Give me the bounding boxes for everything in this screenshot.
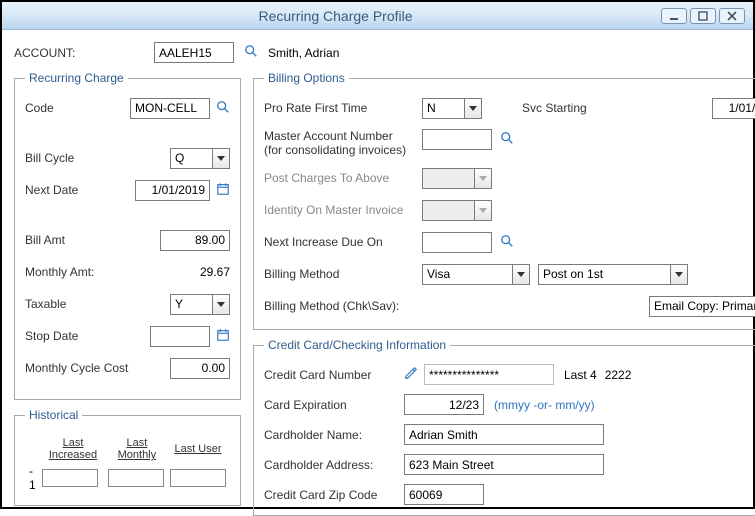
chevron-down-icon [670, 265, 687, 284]
bill-cycle-select[interactable]: Q [170, 148, 230, 169]
billing-method-chksav-label: Billing Method (Chk\Sav): [264, 299, 422, 313]
master-account-label: Master Account Number (for consolidating… [264, 129, 422, 157]
billing-method-label: Billing Method [264, 267, 422, 281]
cc-addr-label: Cardholder Address: [264, 458, 404, 472]
historical-col1: Last Increased [42, 437, 104, 461]
monthly-amt-value: 29.67 [160, 265, 230, 279]
cc-zip-input[interactable] [404, 484, 484, 505]
title-bar: Recurring Charge Profile [2, 2, 753, 30]
historical-col3: Last User [170, 437, 226, 461]
post-above-label: Post Charges To Above [264, 171, 422, 185]
code-label: Code [25, 101, 130, 115]
monthly-cost-input[interactable] [170, 358, 230, 379]
maximize-button[interactable] [690, 8, 716, 24]
prorate-label: Pro Rate First Time [264, 101, 422, 115]
taxable-label: Taxable [25, 297, 130, 311]
monthly-amt-label: Monthly Amt: [25, 265, 130, 279]
bill-cycle-label: Bill Cycle [25, 151, 130, 165]
chevron-down-icon [212, 295, 229, 314]
next-date-label: Next Date [25, 183, 130, 197]
billing-method-select[interactable]: Visa [422, 264, 530, 285]
billing-options-group: Billing Options Pro Rate First Time N Sv… [253, 71, 755, 330]
cc-holder-label: Cardholder Name: [264, 428, 404, 442]
cc-exp-label: Card Expiration [264, 398, 404, 412]
stop-date-calendar-icon[interactable] [216, 328, 230, 345]
master-account-input[interactable] [422, 129, 492, 150]
cc-exp-input[interactable] [404, 394, 484, 415]
close-button[interactable] [719, 8, 745, 24]
credit-card-group: Credit Card/Checking Information Credit … [253, 338, 755, 516]
prorate-select[interactable]: N [422, 98, 482, 119]
next-date-calendar-icon[interactable] [216, 182, 230, 199]
stop-date-input[interactable] [150, 326, 210, 347]
next-date-input[interactable] [135, 180, 210, 201]
historical-row1-label: - 1 [29, 464, 38, 492]
chevron-down-icon [474, 201, 491, 220]
cc-number-field [424, 364, 554, 385]
post-above-select [422, 168, 492, 189]
cc-exp-hint: (mmyy -or- mm/yy) [494, 398, 595, 412]
account-label: ACCOUNT: [14, 46, 144, 60]
window-title: Recurring Charge Profile [10, 8, 661, 24]
stop-date-label: Stop Date [25, 329, 130, 343]
bill-amt-label: Bill Amt [25, 233, 130, 247]
next-increase-label: Next Increase Due On [264, 235, 422, 249]
billing-options-legend: Billing Options [264, 71, 349, 85]
account-input[interactable] [154, 42, 234, 63]
chevron-down-icon [212, 149, 229, 168]
chevron-down-icon [474, 169, 491, 188]
historical-r1-c2[interactable] [108, 469, 164, 487]
cc-zip-label: Credit Card Zip Code [264, 488, 404, 502]
billing-method-chksav-select[interactable]: Email Copy: Primary [649, 296, 755, 317]
historical-col2: Last Monthly [108, 437, 166, 461]
billing-method-time-select[interactable]: Post on 1st [538, 264, 688, 285]
historical-r1-c1[interactable] [42, 469, 98, 487]
historical-group: Historical Last Increased Last Monthly L… [14, 408, 241, 506]
next-increase-search-icon[interactable] [500, 234, 514, 251]
historical-r1-c3[interactable] [170, 469, 226, 487]
svc-starting-input[interactable] [712, 98, 755, 119]
taxable-select[interactable]: Y [170, 294, 230, 315]
code-search-icon[interactable] [216, 100, 230, 117]
account-search-icon[interactable] [244, 44, 258, 61]
svc-starting-label: Svc Starting [522, 101, 680, 115]
cc-edit-icon[interactable] [404, 366, 418, 383]
minimize-button[interactable] [661, 8, 687, 24]
cc-holder-input[interactable] [404, 424, 604, 445]
cc-addr-input[interactable] [404, 454, 604, 475]
monthly-cost-label: Monthly Cycle Cost [25, 361, 155, 375]
historical-legend: Historical [25, 408, 82, 422]
account-name: Smith, Adrian [268, 46, 339, 60]
next-increase-input[interactable] [422, 232, 492, 253]
recurring-charge-group: Recurring Charge Code Bill Cycle [14, 71, 241, 400]
cc-last4-value: 2222 [605, 368, 632, 382]
cc-number-label: Credit Card Number [264, 368, 404, 382]
master-account-search-icon[interactable] [500, 131, 514, 148]
identity-select [422, 200, 492, 221]
code-input[interactable] [130, 98, 210, 119]
identity-label: Identity On Master Invoice [264, 203, 422, 217]
chevron-down-icon [512, 265, 529, 284]
cc-last4-label: Last 4 [564, 368, 597, 382]
credit-card-legend: Credit Card/Checking Information [264, 338, 450, 352]
chevron-down-icon [464, 99, 481, 118]
recurring-charge-legend: Recurring Charge [25, 71, 128, 85]
bill-amt-input[interactable] [160, 230, 230, 251]
